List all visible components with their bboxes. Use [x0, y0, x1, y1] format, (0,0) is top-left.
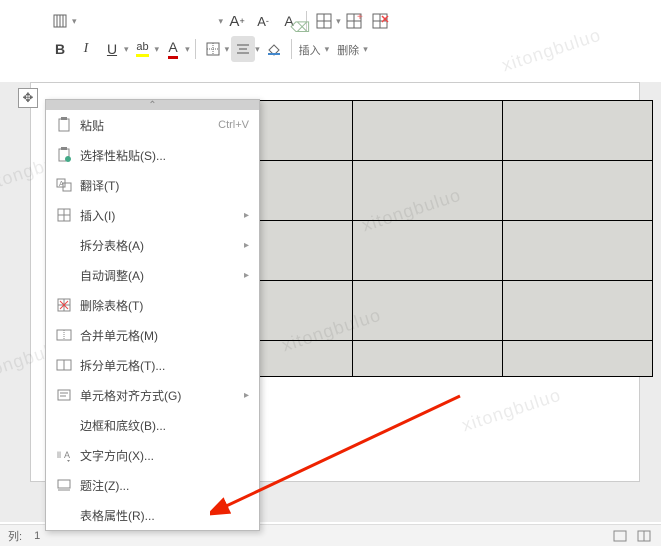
svg-text:A: A — [64, 450, 70, 460]
view-icon[interactable] — [635, 528, 653, 544]
italic-button[interactable]: I — [74, 36, 98, 62]
context-menu-item[interactable]: 单元格对齐方式(G)▸ — [46, 380, 259, 410]
menu-item-label: 删除表格(T) — [80, 297, 249, 314]
context-menu-item[interactable]: 边框和底纹(B)... — [46, 410, 259, 440]
context-menu: ⌃ 粘贴Ctrl+V选择性粘贴(S)...A翻译(T)插入(I)▸拆分表格(A)… — [45, 99, 260, 531]
dropdown-arrow-icon[interactable]: ▾ — [225, 44, 230, 55]
menu-item-label: 翻译(T) — [80, 177, 249, 194]
borders-button[interactable] — [201, 36, 225, 62]
svg-text:+: + — [357, 13, 363, 23]
insert-table-icon — [54, 206, 74, 224]
context-menu-handle[interactable]: ⌃ — [46, 100, 259, 110]
insert-group-label[interactable]: 插入 — [299, 42, 321, 58]
blank-icon — [54, 236, 74, 254]
font-shrink-button[interactable]: A- — [251, 8, 275, 34]
svg-text:A: A — [59, 181, 64, 188]
view-icon[interactable] — [611, 528, 629, 544]
dropdown-arrow-icon[interactable]: ▾ — [155, 44, 160, 55]
blank-icon — [54, 266, 74, 284]
fill-button[interactable] — [262, 36, 286, 62]
menu-item-label: 合并单元格(M) — [80, 327, 249, 344]
dropdown-arrow-icon[interactable]: ▾ — [325, 44, 330, 55]
context-menu-item[interactable]: 自动调整(A)▸ — [46, 260, 259, 290]
align-button[interactable] — [231, 36, 255, 62]
submenu-arrow-icon: ▸ — [244, 240, 249, 251]
caption-icon — [54, 476, 74, 494]
menu-item-label: 插入(I) — [80, 207, 241, 224]
status-right-icons — [611, 528, 653, 544]
split-cells-icon — [54, 356, 74, 374]
context-menu-item[interactable]: 插入(I)▸ — [46, 200, 259, 230]
svg-text:ll: ll — [57, 450, 61, 460]
table-delete-button[interactable] — [369, 8, 393, 34]
ruler-button[interactable] — [48, 8, 72, 34]
dropdown-arrow-icon[interactable]: ▾ — [255, 44, 260, 55]
clear-format-button[interactable]: A⌫ — [277, 8, 301, 34]
font-color-button[interactable]: A — [161, 36, 185, 62]
menu-item-label: 表格属性(R)... — [80, 507, 249, 524]
translate-icon: A — [54, 176, 74, 194]
blank-icon — [54, 416, 74, 434]
status-col-value: 1 — [34, 530, 40, 542]
table-grid-button[interactable] — [312, 8, 336, 34]
menu-item-label: 自动调整(A) — [80, 267, 241, 284]
context-menu-item[interactable]: 表格属性(R)... — [46, 500, 259, 530]
separator — [291, 39, 292, 59]
highlight-button[interactable]: ab — [131, 36, 155, 62]
submenu-arrow-icon: ▸ — [244, 270, 249, 281]
context-menu-item[interactable]: llA 文字方向(X)... — [46, 440, 259, 470]
paste-icon — [54, 116, 74, 134]
menu-item-label: 粘贴 — [80, 117, 218, 134]
separator — [195, 39, 196, 59]
toolbar-row-1: ▾ ▾ A+ A- A⌫ ▾ + — [48, 8, 393, 34]
text-direction-icon: llA — [54, 446, 74, 464]
menu-item-label: 边框和底纹(B)... — [80, 417, 249, 434]
watermark: xitongbuluo — [499, 25, 604, 77]
dropdown-arrow-icon[interactable]: ▾ — [336, 16, 341, 27]
dropdown-arrow-icon[interactable]: ▾ — [185, 44, 190, 55]
merge-cells-icon — [54, 326, 74, 344]
table-move-handle-icon[interactable]: ✥ — [18, 88, 38, 108]
context-menu-item[interactable]: 题注(Z)... — [46, 470, 259, 500]
submenu-arrow-icon: ▸ — [244, 210, 249, 221]
paste-special-icon — [54, 146, 74, 164]
context-menu-item[interactable]: 粘贴Ctrl+V — [46, 110, 259, 140]
font-grow-label: A — [229, 13, 239, 30]
submenu-arrow-icon: ▸ — [244, 390, 249, 401]
dropdown-arrow-icon[interactable]: ▾ — [219, 16, 224, 27]
context-menu-item[interactable]: 合并单元格(M) — [46, 320, 259, 350]
context-menu-item[interactable]: A 翻译(T) — [46, 170, 259, 200]
table-insert-button[interactable]: + — [343, 8, 367, 34]
dropdown-arrow-icon[interactable]: ▾ — [363, 44, 368, 55]
menu-item-label: 拆分单元格(T)... — [80, 357, 249, 374]
menu-item-shortcut: Ctrl+V — [218, 119, 249, 131]
font-grow-button[interactable]: A+ — [225, 8, 249, 34]
menu-item-label: 选择性粘贴(S)... — [80, 147, 249, 164]
blank-icon — [54, 506, 74, 524]
menu-item-label: 题注(Z)... — [80, 477, 249, 494]
delete-table-icon — [54, 296, 74, 314]
dropdown-arrow-icon[interactable]: ▾ — [124, 44, 129, 55]
menu-item-label: 拆分表格(A) — [80, 237, 241, 254]
status-col-label: 列: — [8, 528, 22, 544]
menu-item-label: 单元格对齐方式(G) — [80, 387, 241, 404]
context-menu-item[interactable]: 拆分单元格(T)... — [46, 350, 259, 380]
menu-item-label: 文字方向(X)... — [80, 447, 249, 464]
bold-button[interactable]: B — [48, 36, 72, 62]
font-shrink-label: A — [257, 14, 266, 29]
cell-align-icon — [54, 386, 74, 404]
underline-button[interactable]: U — [100, 36, 124, 62]
context-menu-item[interactable]: 拆分表格(A)▸ — [46, 230, 259, 260]
toolbar-row-2: B I U ▾ ab ▾ A ▾ ▾ ▾ 插入 ▾ 删除 ▾ — [48, 36, 393, 62]
formatting-toolbar: ▾ ▾ A+ A- A⌫ ▾ + B I U ▾ ab ▾ A ▾ ▾ ▾ 插入… — [48, 8, 393, 62]
context-menu-item[interactable]: 选择性粘贴(S)... — [46, 140, 259, 170]
delete-group-label[interactable]: 删除 — [337, 42, 359, 58]
context-menu-item[interactable]: 删除表格(T) — [46, 290, 259, 320]
dropdown-arrow-icon[interactable]: ▾ — [72, 16, 77, 27]
